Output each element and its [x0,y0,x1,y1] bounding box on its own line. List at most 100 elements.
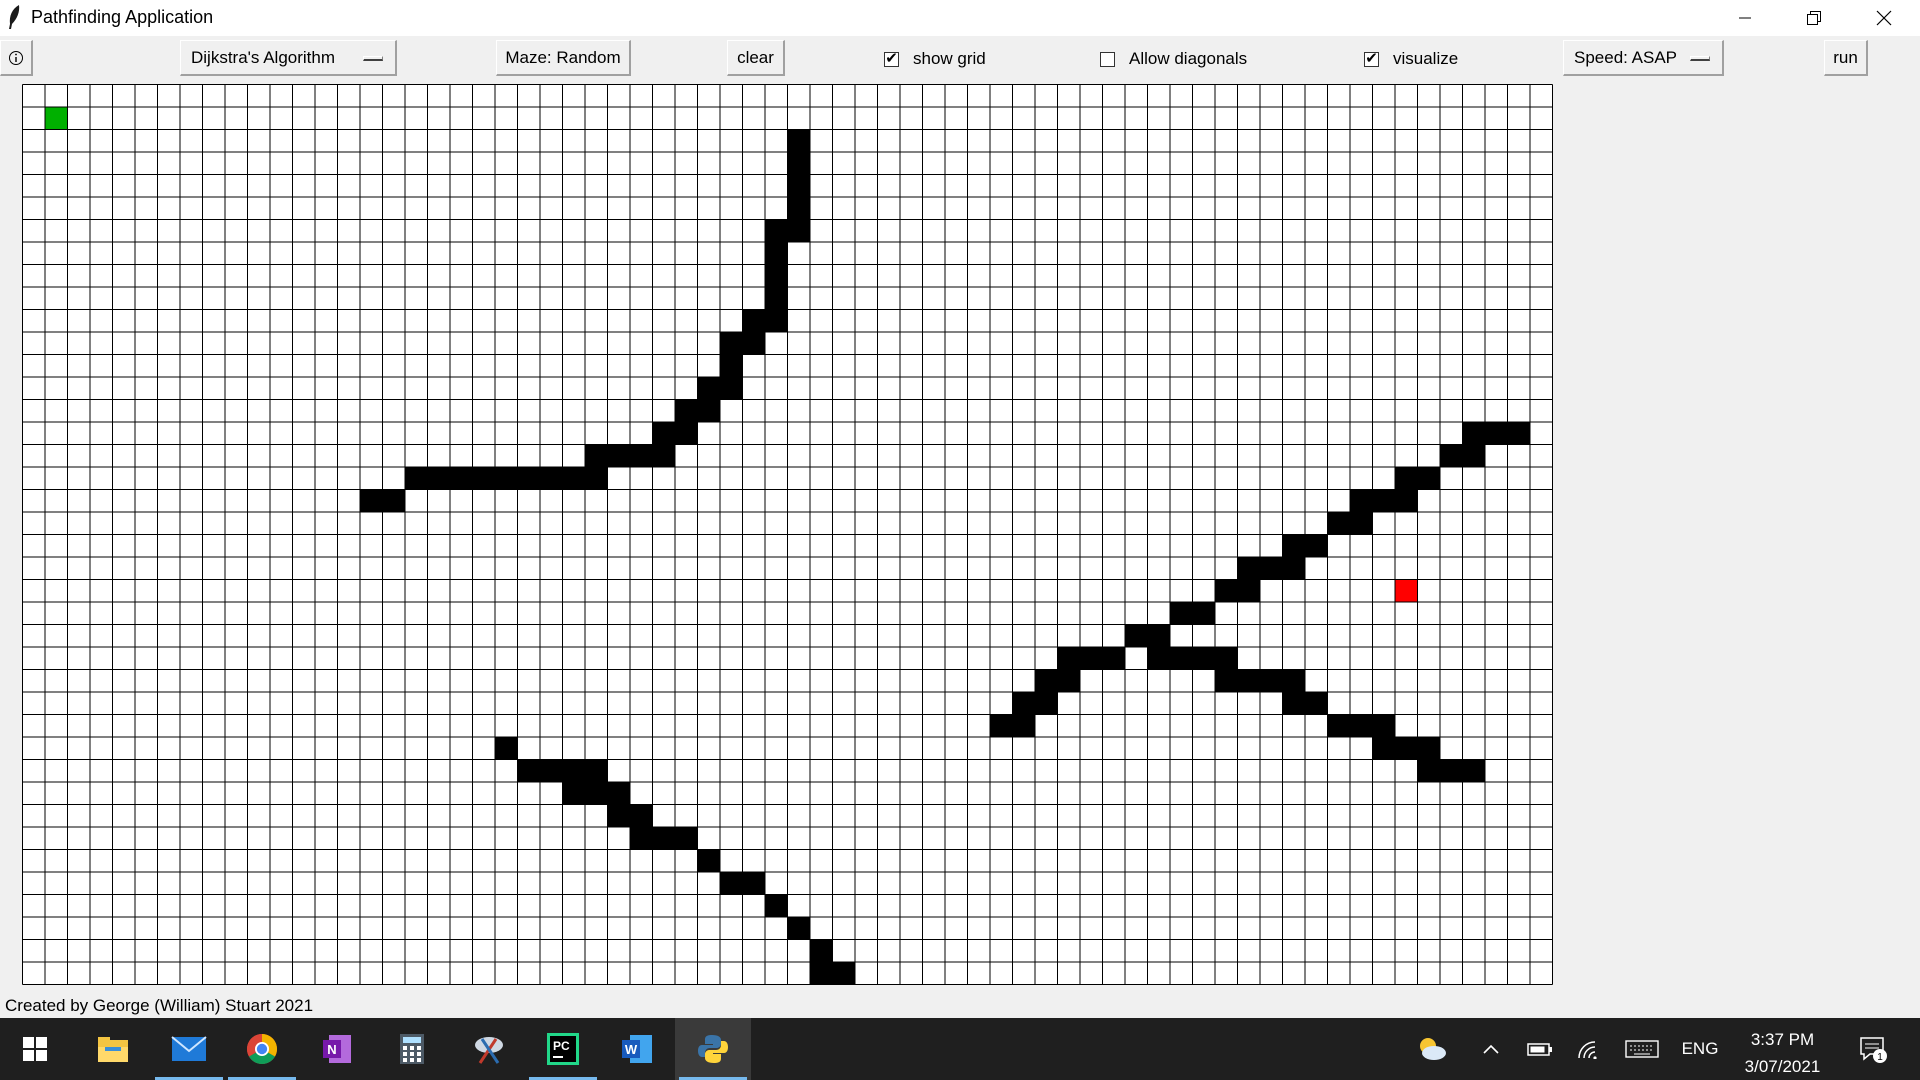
wall-cell[interactable] [720,354,743,378]
wall-cell[interactable] [742,872,766,895]
wall-cell[interactable] [630,804,653,828]
title-bar[interactable]: Pathfinding Application [0,0,1920,36]
wall-cell[interactable] [1350,714,1373,738]
wall-cell[interactable] [720,332,743,355]
taskbar-word[interactable]: W [599,1018,675,1080]
wall-cell[interactable] [1372,489,1396,513]
wall-cell[interactable] [1305,692,1328,715]
wall-cell[interactable] [1462,444,1486,468]
wall-cell[interactable] [1282,669,1306,693]
wall-cell[interactable] [787,152,811,175]
wall-cell[interactable] [1417,759,1441,783]
show-grid-checkbox[interactable]: ✔ show grid [884,47,986,71]
wall-cell[interactable] [427,467,451,490]
wall-cell[interactable] [675,422,698,445]
wall-cell[interactable] [585,444,608,468]
wall-cell[interactable] [382,489,406,513]
visualize-checkbox[interactable]: ✔ visualize [1364,47,1458,71]
wall-cell[interactable] [1395,489,1418,513]
tray-notifications[interactable]: 1 [1850,1018,1896,1080]
wall-cell[interactable] [1057,669,1081,693]
wall-cell[interactable] [1395,467,1418,490]
taskbar-onenote[interactable]: N [299,1018,375,1080]
wall-cell[interactable] [1080,647,1103,670]
wall-cell[interactable] [1237,557,1261,580]
wall-cell[interactable] [405,467,428,490]
wall-cell[interactable] [1440,759,1463,783]
wall-cell[interactable] [1507,422,1531,445]
wall-cell[interactable] [787,197,811,220]
wall-cell[interactable] [765,242,788,265]
visualize-box[interactable]: ✔ [1364,50,1379,67]
start-button[interactable] [0,1018,70,1080]
wall-cell[interactable] [652,827,676,850]
wall-cell[interactable] [810,962,833,985]
wall-cell[interactable] [1057,647,1081,670]
wall-cell[interactable] [607,782,631,805]
close-button[interactable] [1849,0,1918,36]
wall-cell[interactable] [360,489,383,513]
wall-cell[interactable] [585,782,608,805]
restore-button[interactable] [1779,0,1848,36]
tray-clock[interactable]: 3:37 PM 3/07/2021 [1730,1026,1835,1080]
tray-show-hidden[interactable] [1476,1018,1506,1080]
wall-cell[interactable] [765,287,788,310]
wall-cell[interactable] [765,309,788,333]
wall-cell[interactable] [1237,669,1261,693]
wall-cell[interactable] [540,467,563,490]
wall-cell[interactable] [1417,737,1441,760]
wall-cell[interactable] [1485,422,1508,445]
wall-cell[interactable] [450,467,473,490]
wall-cell[interactable] [1035,669,1058,693]
taskbar-mail[interactable] [151,1018,227,1080]
taskbar-pycharm[interactable]: PC [525,1018,601,1080]
tray-network[interactable] [1570,1018,1606,1080]
wall-cell[interactable] [765,264,788,288]
wall-cell[interactable] [720,872,743,895]
wall-cell[interactable] [1192,647,1216,670]
wall-cell[interactable] [1260,557,1283,580]
wall-cell[interactable] [1102,647,1126,670]
allow-diagonals-box[interactable] [1100,51,1115,67]
tray-language[interactable]: ENG [1680,1018,1720,1080]
speed-dropdown[interactable]: Speed: ASAP [1563,40,1724,76]
wall-cell[interactable] [1147,647,1171,670]
taskbar-python[interactable] [675,1018,751,1080]
wall-cell[interactable] [1372,737,1396,760]
algorithm-dropdown[interactable]: Dijkstra's Algorithm [180,40,397,76]
wall-cell[interactable] [1147,624,1171,648]
maze-button[interactable]: Maze: Random [496,40,631,76]
start-node[interactable] [45,107,68,130]
wall-cell[interactable] [1327,512,1351,535]
wall-cell[interactable] [675,827,698,850]
wall-cell[interactable] [787,219,811,243]
wall-cell[interactable] [1035,692,1058,715]
wall-cell[interactable] [607,804,631,828]
wall-cell[interactable] [540,759,563,783]
info-button[interactable] [0,40,33,76]
wall-cell[interactable] [1012,714,1036,738]
wall-cell[interactable] [742,309,766,333]
clear-button[interactable]: clear [727,40,785,76]
wall-cell[interactable] [630,444,653,468]
wall-cell[interactable] [585,759,608,783]
wall-cell[interactable] [787,129,811,153]
wall-cell[interactable] [1462,422,1486,445]
wall-cell[interactable] [832,962,856,985]
minimize-button[interactable] [1710,0,1779,36]
wall-cell[interactable] [697,849,721,873]
wall-cell[interactable] [742,332,766,355]
taskbar-snipping-tool[interactable] [451,1018,527,1080]
wall-cell[interactable] [472,467,496,490]
wall-cell[interactable] [720,377,743,400]
wall-cell[interactable] [1215,579,1238,603]
wall-cell[interactable] [1350,489,1373,513]
wall-cell[interactable] [765,894,788,918]
wall-cell[interactable] [1215,647,1238,670]
wall-cell[interactable] [787,174,811,198]
wall-cell[interactable] [697,399,721,423]
taskbar-file-explorer[interactable] [75,1018,151,1080]
wall-cell[interactable] [697,377,721,400]
wall-cell[interactable] [517,467,541,490]
tray-weather[interactable] [1412,1018,1452,1080]
